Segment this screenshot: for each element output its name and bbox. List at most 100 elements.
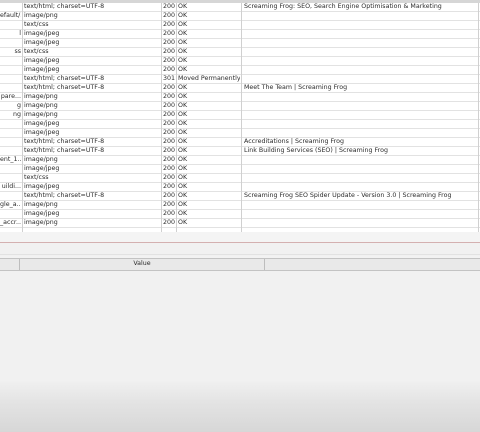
status-cell: OK <box>178 219 188 226</box>
content-type-cell: image/png <box>24 201 58 208</box>
status-cell: OK <box>178 21 188 28</box>
crawl-results-table[interactable]: text/html; charset=UTF-8 200 OK Screaming F… <box>0 3 480 232</box>
status-cell: OK <box>178 66 188 73</box>
status-code-cell: 200 <box>162 219 175 226</box>
table-row[interactable]: text/html; charset=UTF-8 200 OK Accreditati… <box>0 138 480 147</box>
content-type-cell: text/html; charset=UTF-8 <box>24 84 105 91</box>
table-row[interactable]: _accr... image/png 200 OK <box>0 219 480 228</box>
title-cell <box>244 165 480 174</box>
table-row[interactable]: l image/jpeg 200 OK <box>0 30 480 39</box>
table-row[interactable]: text/html; charset=UTF-8 301 Moved Permane… <box>0 75 480 84</box>
title-cell <box>244 174 480 183</box>
address-cell <box>0 66 21 75</box>
title-cell <box>244 12 480 21</box>
table-row[interactable]: efault/...image/png 200OK <box>0 12 480 21</box>
content-type-cell: image/jpeg <box>24 165 60 172</box>
content-type-cell: image/jpeg <box>24 39 60 46</box>
title-cell: Screaming Frog: SEO, Search Engine Optim… <box>244 3 442 10</box>
status-code-cell: 200 <box>162 93 175 100</box>
column-divider <box>176 3 177 232</box>
content-type-cell: image/jpeg <box>24 210 60 217</box>
title-cell <box>244 93 480 102</box>
title-cell <box>244 156 480 165</box>
status-cell: OK <box>178 30 188 37</box>
content-type-cell: image/jpeg <box>24 120 60 127</box>
content-type-cell: image/jpeg <box>24 183 60 190</box>
address-cell: _accr... <box>0 219 21 226</box>
address-cell: uildi... <box>1 183 21 190</box>
table-row[interactable]: image/jpeg 200 OK <box>0 66 480 75</box>
title-cell <box>244 48 480 57</box>
address-cell <box>0 129 21 138</box>
title-cell <box>244 66 480 75</box>
title-cell: Screaming Frog SEO Spider Update - Versi… <box>244 192 452 199</box>
table-row[interactable]: image/jpeg 200 OK <box>0 39 480 48</box>
title-cell <box>244 129 480 138</box>
title-cell <box>244 120 480 129</box>
content-type-cell: image/png <box>24 93 58 100</box>
table-row[interactable]: uildi... image/jpeg 200 OK <box>0 183 480 192</box>
address-cell <box>0 147 21 156</box>
content-type-cell: text/css <box>24 21 49 28</box>
table-row[interactable]: text/html; charset=UTF-8 200 OK Screaming F… <box>0 3 480 12</box>
address-cell: pare... <box>0 93 21 100</box>
status-code-cell: 200 <box>162 21 175 28</box>
pane-splitter[interactable] <box>0 242 480 256</box>
table-row[interactable]: gle_a... image/png 200 OK <box>0 201 480 210</box>
address-cell: l <box>19 30 21 37</box>
status-cell: OK <box>178 12 188 19</box>
status-cell: OK <box>178 39 188 46</box>
table-row[interactable]: ss text/css 200 OK <box>0 48 480 57</box>
address-cell <box>0 174 21 183</box>
status-cell: OK <box>178 210 188 217</box>
content-type-cell: text/html; charset=UTF-8 <box>24 138 105 145</box>
table-row[interactable]: text/css 200 OK <box>0 21 480 30</box>
column-divider <box>161 3 162 232</box>
status-cell: OK <box>178 147 188 154</box>
table-row[interactable]: image/jpeg 200 OK <box>0 57 480 66</box>
table-row[interactable]: pare... image/png 200 OK <box>0 93 480 102</box>
status-code-cell: 200 <box>162 102 175 109</box>
details-table-header: Value <box>0 258 480 271</box>
status-cell: OK <box>178 93 188 100</box>
status-code-cell: 200 <box>162 111 175 118</box>
title-cell <box>244 201 480 210</box>
title-cell: Meet The Team | Screaming Frog <box>244 84 348 91</box>
table-row[interactable]: ent_1...image/png 200OK <box>0 156 480 165</box>
content-type-cell: text/html; charset=UTF-8 <box>24 147 105 154</box>
table-row[interactable]: text/css 200 OK <box>0 174 480 183</box>
address-cell: ent_1... <box>0 156 21 163</box>
status-code-cell: 200 <box>162 3 175 10</box>
content-type-cell: text/html; charset=UTF-8 <box>24 192 105 199</box>
status-cell: OK <box>178 192 188 199</box>
table-row[interactable]: image/jpeg 200 OK <box>0 120 480 129</box>
table-row[interactable]: image/jpeg 200 OK <box>0 129 480 138</box>
table-row[interactable]: image/jpeg 200 OK <box>0 210 480 219</box>
title-cell <box>244 39 480 48</box>
table-row[interactable]: ng image/png 200 OK <box>0 111 480 120</box>
table-row[interactable]: text/html; charset=UTF-8 200 OK Meet The Te… <box>0 84 480 93</box>
title-cell <box>244 21 480 30</box>
status-cell: OK <box>178 165 188 172</box>
table-row[interactable]: text/html; charset=UTF-8 200 OK Screaming F… <box>0 192 480 201</box>
table-row[interactable]: text/html; charset=UTF-8 200 OK Link Buildi… <box>0 147 480 156</box>
address-cell <box>0 3 21 12</box>
details-name-column-header[interactable] <box>0 259 20 270</box>
address-cell <box>0 138 21 147</box>
status-cell: OK <box>178 120 188 127</box>
content-type-cell: image/jpeg <box>24 57 60 64</box>
table-row[interactable]: image/jpeg 200 OK <box>0 165 480 174</box>
content-type-cell: image/jpeg <box>24 30 60 37</box>
status-cell: OK <box>178 84 188 91</box>
status-cell: OK <box>178 183 188 190</box>
address-cell: gle_a... <box>0 201 21 208</box>
title-cell: Accreditations | Screaming Frog <box>244 138 344 145</box>
title-cell <box>244 219 480 228</box>
table-row[interactable]: g image/png 200 OK <box>0 102 480 111</box>
splitter-line <box>0 254 480 255</box>
status-code-cell: 200 <box>162 147 175 154</box>
details-value-column-header[interactable]: Value <box>20 259 265 270</box>
status-code-cell: 200 <box>162 129 175 136</box>
status-cell: OK <box>178 138 188 145</box>
address-cell <box>0 21 21 30</box>
